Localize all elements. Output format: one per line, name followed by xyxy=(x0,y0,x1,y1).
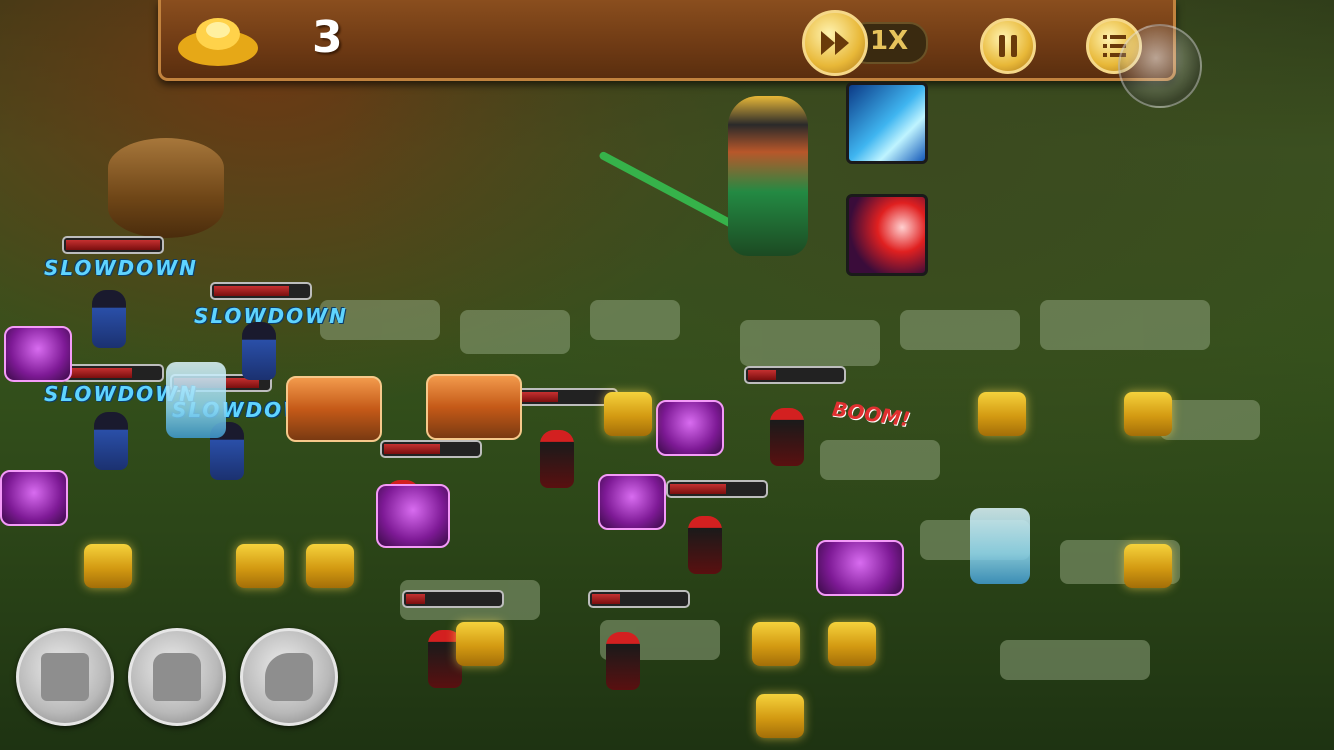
cannon-tower[interactable] xyxy=(816,540,904,596)
cannon-tower[interactable] xyxy=(598,474,666,530)
enemy-health-bar xyxy=(518,390,616,404)
fast-forward-button[interactable] xyxy=(802,10,868,76)
cannon-cart-tower[interactable] xyxy=(426,374,522,440)
idol-tower[interactable] xyxy=(970,508,1030,584)
health-fill xyxy=(670,484,727,494)
cannon-tower[interactable] xyxy=(376,484,450,548)
health-fill xyxy=(384,444,441,454)
idol-tower-icon xyxy=(153,653,201,701)
enemy-unit xyxy=(606,632,640,690)
build-slot[interactable] xyxy=(604,392,652,436)
hero-general[interactable] xyxy=(728,96,808,256)
enemy-unit xyxy=(242,322,276,380)
cannon-tower[interactable] xyxy=(4,326,72,382)
build-slot[interactable] xyxy=(456,622,504,666)
build-catapult-button[interactable] xyxy=(240,628,338,726)
cannon-tower[interactable] xyxy=(0,470,68,526)
speed-label: 1X xyxy=(870,26,909,56)
build-slot[interactable] xyxy=(306,544,354,588)
enemy-unit xyxy=(540,430,574,488)
enemy-health-bar xyxy=(404,592,502,606)
enemy-health-bar xyxy=(64,366,162,380)
build-slot[interactable] xyxy=(828,622,876,666)
build-slot[interactable] xyxy=(1124,392,1172,436)
catapult-tower-icon xyxy=(265,653,313,701)
enemy-unit xyxy=(770,408,804,466)
fast-forward-icon xyxy=(821,31,849,55)
health-fill xyxy=(66,368,132,378)
health-fill xyxy=(748,370,777,380)
barrel xyxy=(108,138,224,238)
cannon-cart-tower[interactable] xyxy=(286,376,382,442)
assistive-touch-button[interactable] xyxy=(1118,24,1202,108)
ice-crystal-skill-icon[interactable] xyxy=(846,82,928,164)
enemy-health-bar xyxy=(64,238,162,252)
idol-tower[interactable] xyxy=(166,362,226,438)
health-fill xyxy=(66,240,160,250)
health-fill xyxy=(520,392,558,402)
slowdown-text: SLOWDOWN xyxy=(44,256,198,280)
build-slot[interactable] xyxy=(756,694,804,738)
build-slot[interactable] xyxy=(978,392,1026,436)
build-cannon-cart-button[interactable] xyxy=(16,628,114,726)
cannon-tower[interactable] xyxy=(656,400,724,456)
build-slot[interactable] xyxy=(752,622,800,666)
health-fill xyxy=(406,594,425,604)
cannon-cart-tower-icon xyxy=(41,653,89,701)
enemy-unit xyxy=(94,412,128,470)
enemy-health-bar xyxy=(382,442,480,456)
enemy-unit xyxy=(688,516,722,574)
slash-skill-icon[interactable] xyxy=(846,194,928,276)
gold-count: 3 xyxy=(312,12,343,63)
gold-ingot-icon xyxy=(178,18,258,66)
enemy-health-bar xyxy=(668,482,766,496)
build-idol-button[interactable] xyxy=(128,628,226,726)
build-slot[interactable] xyxy=(84,544,132,588)
enemy-health-bar xyxy=(590,592,688,606)
hero-spear xyxy=(598,150,744,233)
health-fill xyxy=(592,594,621,604)
enemy-health-bar xyxy=(212,284,310,298)
enemy-health-bar xyxy=(746,368,844,382)
pause-icon xyxy=(999,35,1017,57)
pause-button[interactable] xyxy=(980,18,1036,74)
build-slot[interactable] xyxy=(236,544,284,588)
enemy-unit xyxy=(92,290,126,348)
build-slot[interactable] xyxy=(1124,544,1172,588)
health-fill xyxy=(214,286,290,296)
